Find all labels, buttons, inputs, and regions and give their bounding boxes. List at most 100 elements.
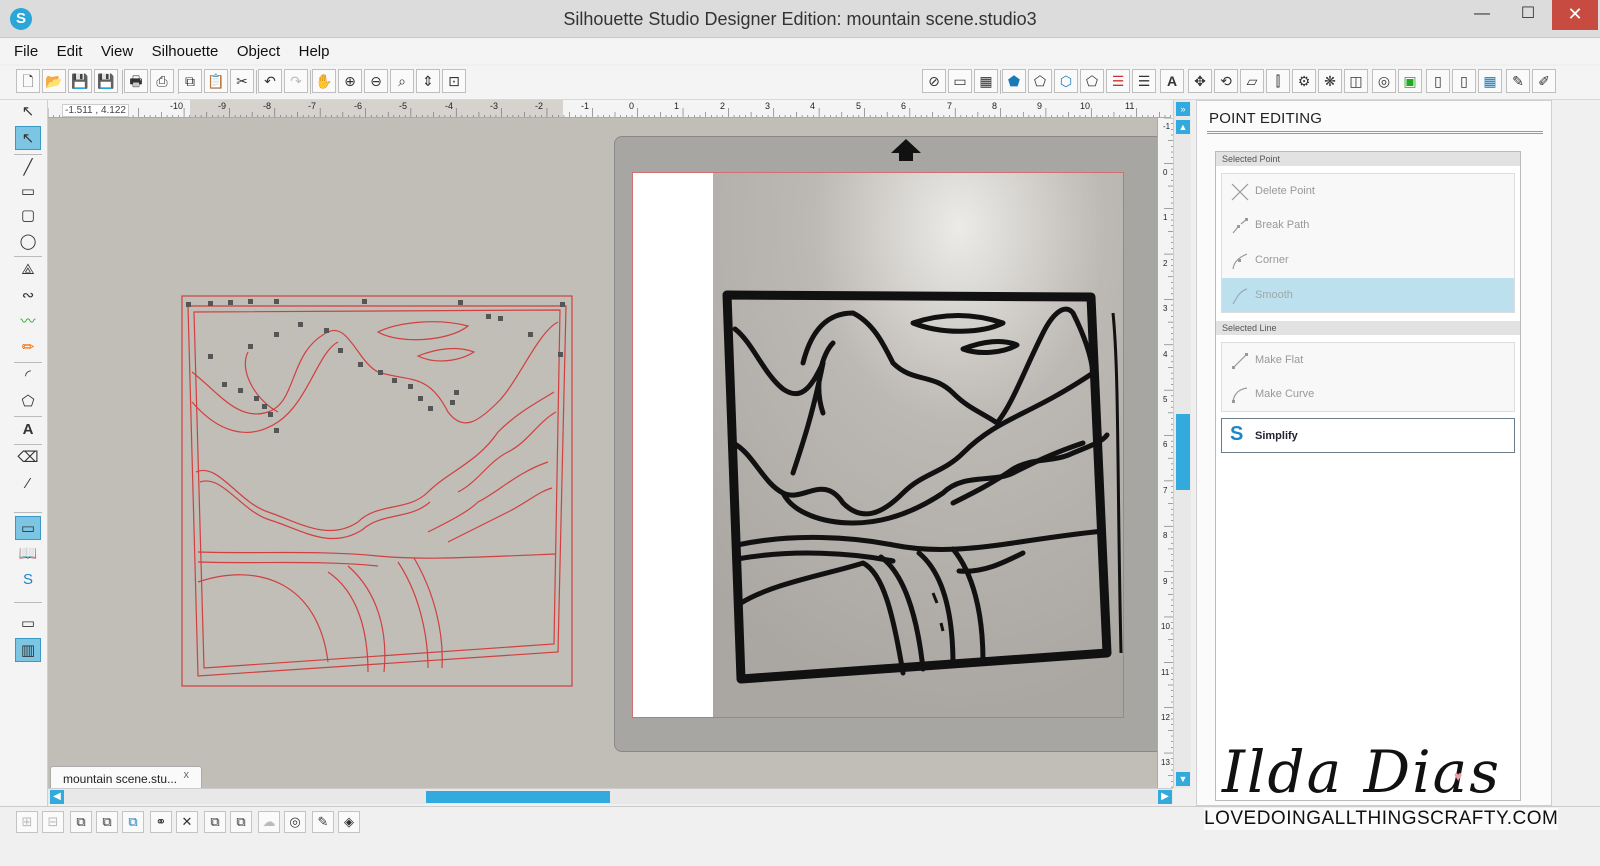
arc-tool-icon[interactable]: ◜ (15, 364, 41, 388)
break-path-button[interactable]: Break Path (1221, 208, 1515, 243)
grid-settings-icon[interactable]: ▦ (974, 69, 998, 93)
modify-icon[interactable]: ❋ (1318, 69, 1342, 93)
store-icon[interactable]: ▦ (1478, 69, 1502, 93)
fill-pattern-icon[interactable]: ⬡ (1054, 69, 1078, 93)
collapse-panel-icon[interactable]: » (1176, 102, 1190, 116)
scroll-up-icon[interactable]: ▲ (1176, 120, 1190, 134)
rounded-shape-icon[interactable]: ☁ (258, 811, 280, 833)
close-button[interactable]: ✕ (1552, 0, 1598, 30)
maximize-button[interactable]: ☐ (1506, 0, 1550, 30)
polygon-tool-icon[interactable]: ⟁ (15, 258, 41, 282)
weld-icon[interactable]: ⚭ (150, 811, 172, 833)
undo-icon[interactable]: ↶ (258, 69, 282, 93)
traced-design[interactable] (178, 292, 598, 712)
zoom-out-icon[interactable]: ⊖ (364, 69, 388, 93)
minimize-button[interactable]: — (1460, 0, 1504, 30)
new-document-icon[interactable]: 🗋 (16, 69, 40, 93)
copy-icon[interactable]: ⧉ (178, 69, 202, 93)
design-page[interactable] (632, 172, 1124, 718)
design-canvas[interactable] (48, 118, 1157, 788)
transform-icon[interactable]: ✥ (1188, 69, 1212, 93)
horizontal-scrollbar[interactable]: ◀ ▶ (48, 788, 1173, 804)
registration-marks-icon[interactable]: ▣ (1398, 69, 1422, 93)
shadow-icon[interactable]: ⬠ (1080, 69, 1104, 93)
replicate-icon[interactable]: ⚙ (1292, 69, 1316, 93)
delete-icon[interactable]: ✕ (176, 811, 198, 833)
single-panel-icon[interactable]: ▭ (15, 612, 41, 636)
scroll-down-icon[interactable]: ▼ (1176, 772, 1190, 786)
text-style-icon[interactable]: A (1160, 69, 1184, 93)
menu-help[interactable]: Help (291, 39, 336, 60)
send-panel-icon[interactable]: ▯ (1452, 69, 1476, 93)
offset-ring-icon[interactable]: ◎ (284, 811, 306, 833)
corner-button[interactable]: Corner (1221, 243, 1515, 278)
menu-file[interactable]: File (6, 39, 44, 60)
release-compound-path-icon[interactable]: ⧉ (96, 811, 118, 833)
scroll-left-icon[interactable]: ◀ (50, 790, 64, 804)
select-tool-icon[interactable]: ↖ (15, 100, 41, 124)
menu-object[interactable]: Object (229, 39, 286, 60)
horizontal-scroll-thumb[interactable] (426, 791, 610, 803)
fit-to-page-icon[interactable]: ⊡ (442, 69, 466, 93)
trace-icon[interactable]: ◎ (1372, 69, 1396, 93)
line-tool-icon[interactable]: ╱ (15, 156, 41, 180)
make-flat-button[interactable]: Make Flat (1221, 342, 1515, 377)
curve-tool-icon[interactable]: ∾ (15, 284, 41, 308)
page-setup-icon[interactable]: ▭ (948, 69, 972, 93)
menu-silhouette[interactable]: Silhouette (144, 39, 225, 60)
scroll-right-icon[interactable]: ▶ (1158, 790, 1172, 804)
align-icon[interactable]: ⫿ (1266, 69, 1290, 93)
menu-view[interactable]: View (93, 39, 139, 60)
paste-icon[interactable]: 📋 (204, 69, 228, 93)
fill-gradient-icon[interactable]: ⬠ (1028, 69, 1052, 93)
delete-point-button[interactable]: Delete Point (1221, 173, 1515, 208)
drag-zoom-icon[interactable]: ⇕ (416, 69, 440, 93)
point-edit-tool-icon[interactable]: ↖ (15, 126, 41, 150)
document-tab[interactable]: mountain scene.stu... x (50, 766, 202, 788)
knife-icon[interactable]: ◈ (338, 811, 360, 833)
bring-to-front-icon[interactable]: ⧉ (122, 811, 144, 833)
text-tool-icon[interactable]: A (15, 418, 41, 442)
vertical-scroll-thumb[interactable] (1176, 414, 1190, 490)
make-curve-button[interactable]: Make Curve (1221, 377, 1515, 412)
redo-icon[interactable]: ↷ (284, 69, 308, 93)
save-icon[interactable]: 💾 (68, 69, 92, 93)
design-page-view-icon[interactable]: ▭ (15, 516, 41, 540)
menu-edit[interactable]: Edit (49, 39, 89, 60)
library-view-icon[interactable]: 📖 (15, 542, 41, 566)
vertical-scrollbar[interactable]: » ▲ ▼ (1173, 100, 1191, 788)
smooth-button[interactable]: Smooth (1221, 278, 1515, 313)
rectangle-tool-icon[interactable]: ▭ (15, 180, 41, 204)
offset-icon[interactable]: ◫ (1344, 69, 1368, 93)
ellipse-tool-icon[interactable]: ◯ (15, 230, 41, 254)
zoom-selection-icon[interactable]: ⌕ (390, 69, 414, 93)
regular-polygon-tool-icon[interactable]: ⬠ (15, 390, 41, 414)
split-panel-icon[interactable]: ▥ (15, 638, 41, 662)
trace-paint-icon[interactable]: ⊘ (922, 69, 946, 93)
knife-tool-icon[interactable]: ⁄ (15, 472, 41, 496)
send-to-back-icon[interactable]: ⧉ (230, 811, 252, 833)
rotate-icon[interactable]: ⟲ (1214, 69, 1238, 93)
smooth-freehand-tool-icon[interactable]: ✏ (15, 336, 41, 360)
sketch-icon[interactable]: ✎ (1506, 69, 1530, 93)
rounded-rectangle-tool-icon[interactable]: ▢ (15, 204, 41, 228)
fill-color-icon[interactable]: ⬟ (1002, 69, 1026, 93)
shear-icon[interactable]: ▱ (1240, 69, 1264, 93)
library-icon[interactable]: ✐ (1532, 69, 1556, 93)
tab-close-icon[interactable]: x (184, 769, 190, 781)
freehand-tool-icon[interactable]: 〰 (15, 310, 41, 334)
cut-settings-icon[interactable]: ▯ (1426, 69, 1450, 93)
save-to-library-icon[interactable]: 💾 (94, 69, 118, 93)
print-icon[interactable]: 🖶 (124, 69, 148, 93)
imported-drawing-image[interactable] (713, 173, 1123, 717)
duplicate-icon[interactable]: ⧉ (204, 811, 226, 833)
eraser-tool-icon[interactable]: ⌫ (15, 446, 41, 470)
ungroup-icon[interactable]: ⊟ (42, 811, 64, 833)
pan-hand-icon[interactable]: ✋ (312, 69, 336, 93)
open-folder-icon[interactable]: 📂 (42, 69, 66, 93)
online-store-icon[interactable]: S (15, 568, 41, 592)
trace-brush-icon[interactable]: ✎ (312, 811, 334, 833)
make-compound-path-icon[interactable]: ⧉ (70, 811, 92, 833)
simplify-button[interactable]: S Simplify (1221, 418, 1515, 453)
cut-icon[interactable]: ✂ (230, 69, 254, 93)
